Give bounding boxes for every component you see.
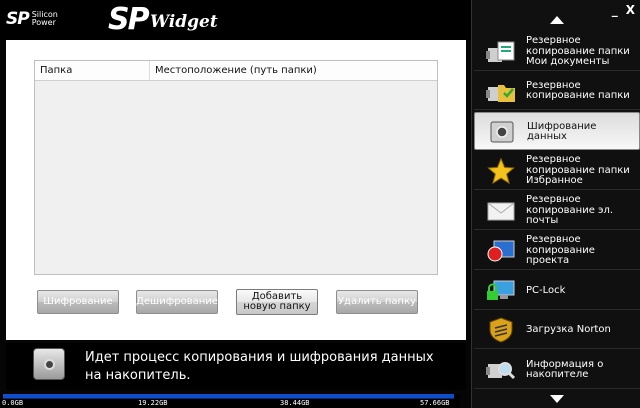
- main-panel: Папка Местоположение (путь папки) Шифров…: [6, 40, 466, 340]
- sidebar-item-drive-info[interactable]: Информация о накопителе: [474, 351, 640, 389]
- column-header-location[interactable]: Местоположение (путь папки): [150, 61, 322, 80]
- sidebar-item-label: Резервное копирование папки Избранное: [526, 154, 630, 187]
- app-title-widget: Widget: [150, 12, 218, 32]
- table-header: Папка Местоположение (путь папки): [35, 61, 437, 81]
- tick-label: 19.22GB: [138, 399, 168, 407]
- tick-label: 57.66GB: [420, 399, 450, 407]
- folder-table[interactable]: Папка Местоположение (путь папки): [34, 60, 438, 275]
- sidebar-item-norton-download[interactable]: Загрузка Norton: [474, 311, 640, 349]
- tick-label: 0.0GB: [2, 399, 24, 407]
- usb-documents-icon: [486, 41, 515, 62]
- column-header-folder[interactable]: Папка: [35, 61, 150, 80]
- safe-icon: [490, 121, 514, 143]
- safe-dial: [44, 359, 55, 370]
- status-message: Идет процесс копирования и шифрования да…: [85, 350, 434, 383]
- capacity-ticks: 0.0GB 19.22GB 38.44GB 57.66GB: [0, 399, 460, 408]
- app-window: SP Silicon Power SP Widget Папка Местопо…: [0, 0, 640, 408]
- star-icon: [487, 157, 515, 185]
- project-icon: [487, 240, 515, 262]
- encrypt-button[interactable]: Шифрование: [37, 290, 119, 314]
- sidebar-item-backup-documents[interactable]: Резервное копирование папки Мои документ…: [474, 33, 640, 71]
- sidebar-item-label: PC-Lock: [526, 284, 566, 296]
- title-bar: SP Silicon Power SP Widget: [0, 0, 472, 40]
- status-area: Идет процесс копирования и шифрования да…: [6, 343, 466, 390]
- sidebar-item-backup-email[interactable]: Резервное копирование эл. почты: [474, 192, 640, 230]
- pc-lock-icon: [487, 280, 515, 300]
- sidebar-item-label: Резервное копирование папки Мои документ…: [526, 35, 630, 68]
- sidebar-item-pc-lock[interactable]: PC-Lock: [474, 272, 640, 310]
- sidebar-item-label: Резервное копирование эл. почты: [526, 194, 614, 227]
- scroll-up-button[interactable]: [472, 14, 640, 28]
- chevron-down-icon: [549, 395, 564, 403]
- sidebar-item-label: Резервное копирование проекта: [526, 234, 595, 267]
- action-buttons: Шифрование Дешифрование Добавить новую п…: [6, 289, 466, 318]
- capacity-bar: 0.0GB 19.22GB 38.44GB 57.66GB: [0, 394, 460, 408]
- envelope-icon: [487, 202, 515, 221]
- app-title-sp: SP: [108, 2, 150, 37]
- sidebar-item-label: Информация о накопителе: [526, 358, 604, 380]
- sidebar-item-label: Резервное копирование папки: [526, 79, 630, 101]
- tick-label: 38.44GB: [280, 399, 310, 407]
- safe-icon: [33, 348, 65, 380]
- silicon-power-logo: SP Silicon Power: [6, 5, 72, 33]
- add-folder-button[interactable]: Добавить новую папку: [236, 289, 318, 315]
- norton-shield-icon: [489, 317, 513, 343]
- sidebar: _ X Резервное копирование папки Мои доку…: [471, 0, 640, 408]
- usb-magnifier-icon: [486, 362, 516, 380]
- sidebar-item-backup-favorites[interactable]: Резервное копирование папки Избранное: [474, 152, 640, 190]
- chevron-up-icon: [549, 16, 564, 24]
- scroll-down-button[interactable]: [472, 392, 640, 406]
- usb-folder-icon: [486, 85, 515, 102]
- sidebar-item-backup-project[interactable]: Резервное копирование проекта: [474, 232, 640, 270]
- sidebar-item-backup-folder[interactable]: Резервное копирование папки: [474, 72, 640, 110]
- logo-subtitle: Silicon Power: [31, 10, 58, 27]
- sidebar-item-label: Загрузка Norton: [526, 323, 611, 335]
- sidebar-item-label: Шифрование данных: [527, 120, 597, 142]
- delete-folder-button[interactable]: Удалить папку: [336, 290, 418, 314]
- sidebar-item-data-encryption[interactable]: Шифрование данных: [474, 112, 640, 150]
- decrypt-button[interactable]: Дешифрование: [136, 290, 218, 314]
- logo-mark: SP: [6, 9, 30, 29]
